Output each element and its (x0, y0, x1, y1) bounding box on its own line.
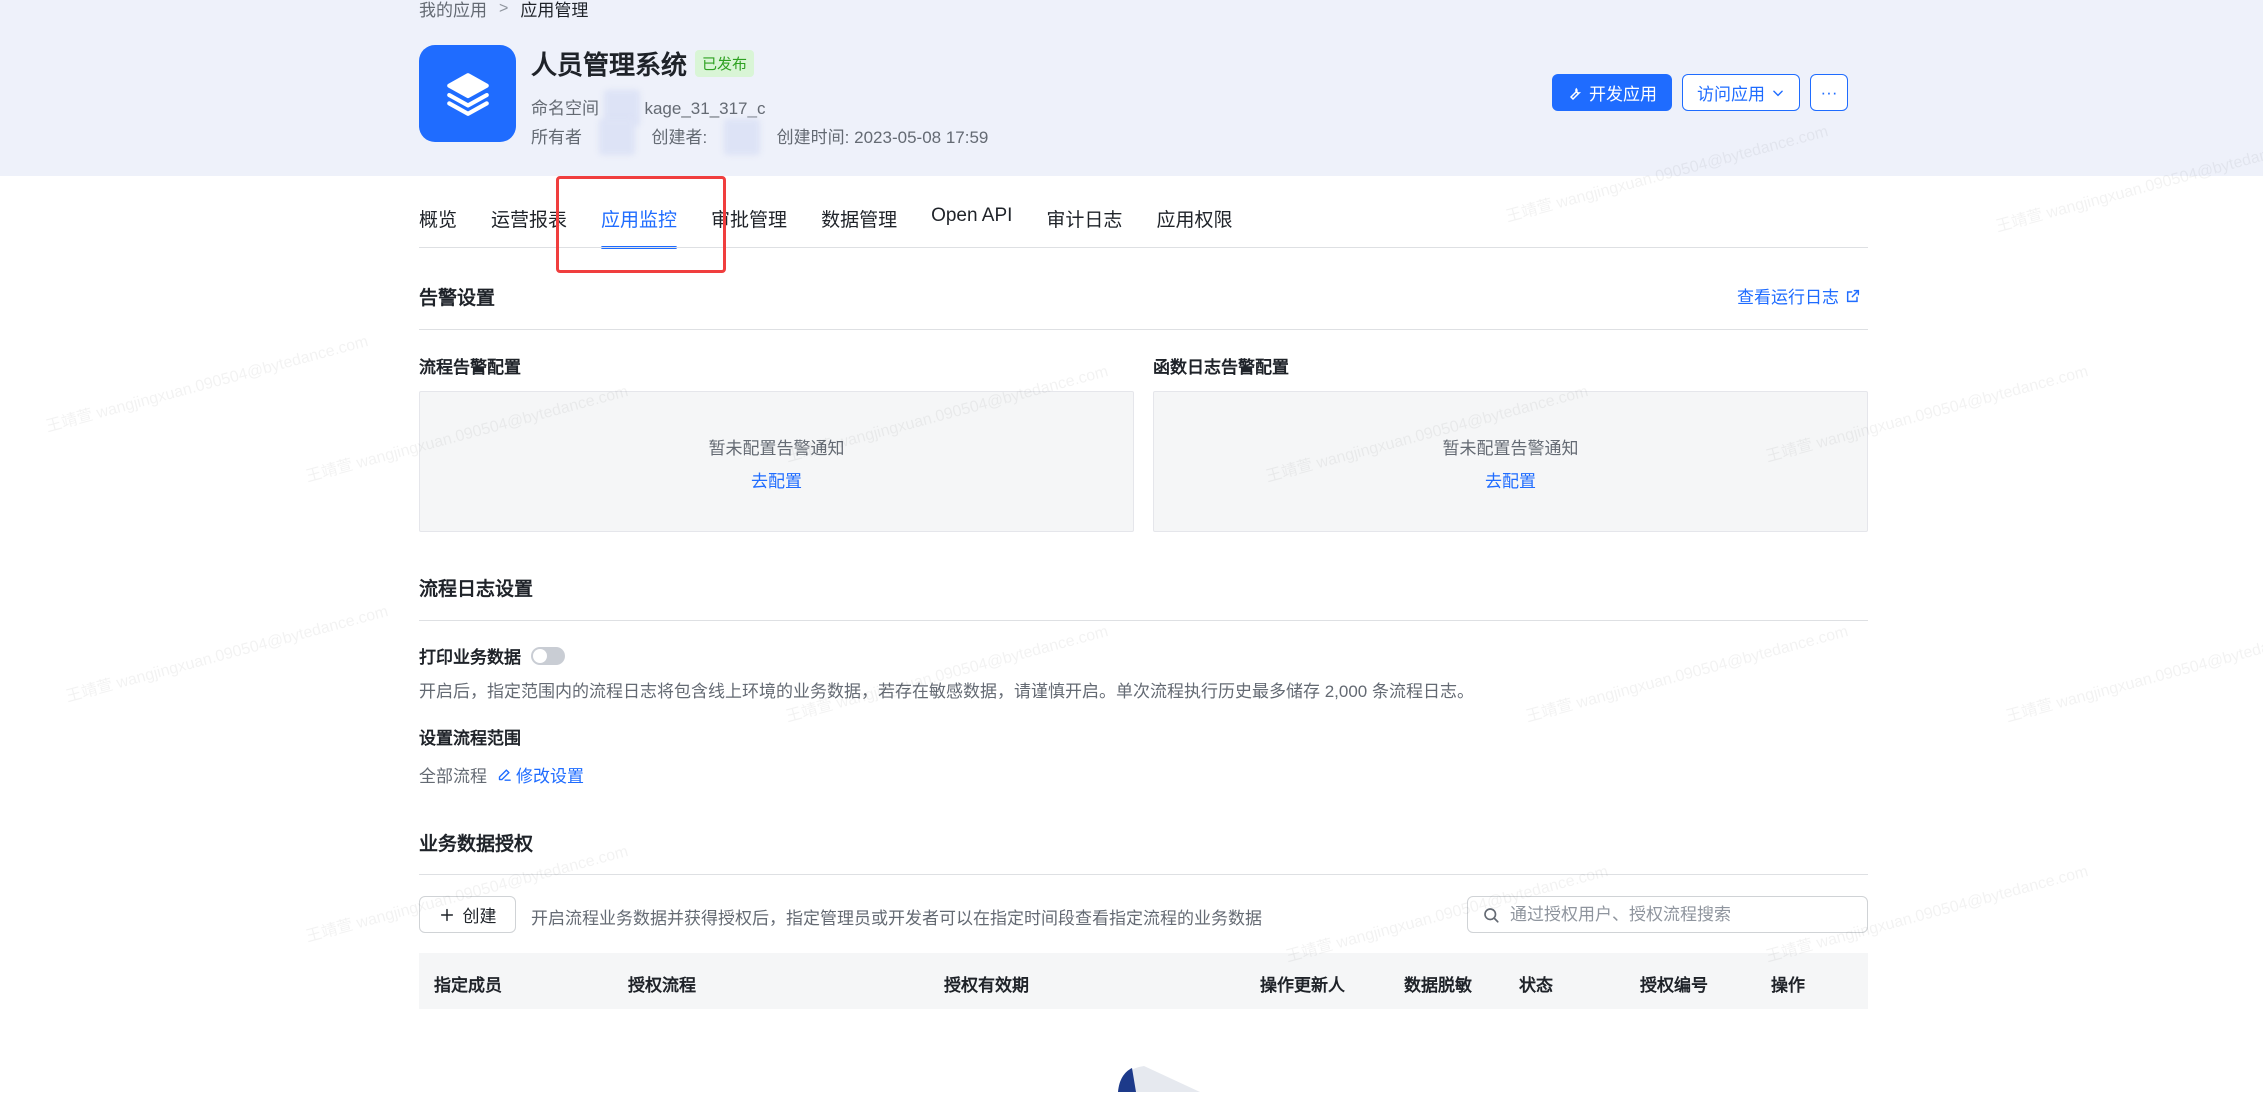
chevron-right-icon: > (499, 0, 509, 17)
auth-search-input[interactable] (1510, 904, 1850, 925)
view-run-log-link[interactable]: 查看运行日志 (1737, 283, 1861, 308)
creator-avatar-redacted (723, 119, 760, 155)
layers-icon (446, 72, 489, 116)
print-data-toggle[interactable] (531, 646, 565, 665)
column-header-member: 指定成员 (434, 976, 502, 995)
tab-permissions[interactable]: 应用权限 (1156, 205, 1232, 241)
auth-search-box[interactable] (1467, 896, 1868, 933)
function-alert-empty-box: 暂未配置告警通知 去配置 (1153, 391, 1868, 532)
header-background (0, 0, 2263, 176)
flow-range-value: 全部流程 (419, 767, 487, 786)
app-title: 人员管理系统 已发布 (531, 45, 755, 82)
namespace-label: 命名空间 (531, 99, 599, 118)
external-link-icon (1846, 289, 1860, 302)
edit-icon (498, 769, 511, 781)
edit-settings-label: 修改设置 (516, 767, 584, 786)
owner-row: 所有者 创建者: 创建时间: 2023-05-08 17:59 (531, 119, 988, 155)
app-icon (419, 45, 516, 142)
function-alert-title: 函数日志告警配置 (1153, 358, 1289, 377)
flow-alert-config-link[interactable]: 去配置 (420, 467, 1133, 492)
column-header-auth-id: 授权编号 (1640, 976, 1708, 995)
status-badge: 已发布 (695, 50, 755, 77)
column-header-validity: 授权有效期 (944, 976, 1029, 995)
tab-audit-log[interactable]: 审计日志 (1046, 205, 1122, 241)
visit-app-label: 访问应用 (1697, 85, 1765, 104)
print-data-label: 打印业务数据 (419, 648, 521, 667)
column-header-masking: 数据脱敏 (1404, 976, 1472, 995)
created-label: 创建时间: (776, 128, 850, 147)
flow-range-row: 全部流程 修改设置 (419, 762, 584, 787)
watermark: 王靖萱 wangjingxuan.090504@bytedance.com (64, 603, 391, 706)
create-auth-button[interactable]: 创建 (419, 896, 516, 933)
breadcrumb-current: 应用管理 (520, 1, 589, 20)
auth-divider (419, 874, 1868, 875)
breadcrumb-parent[interactable]: 我的应用 (419, 0, 487, 21)
owner-label: 所有者 (531, 128, 582, 147)
wrench-icon (1569, 87, 1582, 100)
breadcrumb: 我的应用 > 应用管理 (419, 0, 588, 21)
flow-range-title: 设置流程范围 (419, 729, 521, 748)
column-header-flow: 授权流程 (628, 976, 696, 995)
watermark: 王靖萱 wangjingxuan.090504@bytedance.com (44, 333, 371, 436)
namespace-value: kage_31_317_c (644, 99, 766, 118)
watermark: 王靖萱 wangjingxuan.090504@bytedance.com (1524, 623, 1851, 726)
owner-avatar-redacted (598, 119, 635, 155)
auth-table-header: 指定成员 授权流程 授权有效期 操作更新人 数据脱敏 状态 授权编号 操作 (419, 953, 1868, 1009)
tab-bar: 概览 运营报表 应用监控 审批管理 数据管理 Open API 审计日志 应用权… (419, 205, 1266, 249)
app-name: 人员管理系统 (531, 50, 688, 80)
function-alert-empty-text: 暂未配置告警通知 (1442, 439, 1579, 458)
tab-overview[interactable]: 概览 (419, 205, 457, 241)
create-auth-label: 创建 (462, 907, 497, 926)
creator-label: 创建者: (651, 128, 708, 147)
flow-alert-empty-text: 暂未配置告警通知 (708, 439, 845, 458)
flow-alert-empty-box: 暂未配置告警通知 去配置 (419, 391, 1134, 532)
print-data-row: 打印业务数据 (419, 643, 565, 668)
develop-app-label: 开发应用 (1589, 85, 1657, 104)
tab-open-api[interactable]: Open API (931, 205, 1012, 241)
highlight-annotation (556, 176, 726, 273)
more-icon: ··· (1820, 82, 1838, 102)
flow-log-description: 开启后，指定范围内的流程日志将包含线上环境的业务数据，若存在敏感数据，请谨慎开启… (419, 682, 1474, 701)
chevron-down-icon (1773, 90, 1783, 96)
created-value: 2023-05-08 17:59 (854, 128, 989, 147)
plus-icon (440, 908, 453, 921)
view-run-log-label: 查看运行日志 (1737, 288, 1839, 307)
auth-section-title: 业务数据授权 (419, 834, 534, 855)
column-header-status: 状态 (1519, 976, 1553, 995)
empty-state-illustration (1110, 1062, 1210, 1093)
visit-app-button[interactable]: 访问应用 (1682, 74, 1800, 111)
flow-log-divider (419, 620, 1868, 621)
function-alert-config-link[interactable]: 去配置 (1154, 467, 1867, 492)
column-header-updater: 操作更新人 (1260, 976, 1345, 995)
watermark: 王靖萱 wangjingxuan.090504@bytedance.com (2004, 623, 2263, 726)
alert-section-title: 告警设置 (419, 288, 496, 309)
more-button[interactable]: ··· (1810, 74, 1848, 111)
search-icon (1484, 907, 1499, 923)
flow-log-section-title: 流程日志设置 (419, 579, 534, 600)
flow-alert-title: 流程告警配置 (419, 358, 521, 377)
develop-app-button[interactable]: 开发应用 (1552, 74, 1672, 111)
column-header-actions: 操作 (1771, 976, 1805, 995)
watermark: 王靖萱 wangjingxuan.090504@bytedance.com (784, 623, 1111, 726)
auth-description: 开启流程业务数据并获得授权后，指定管理员或开发者可以在指定时间段查看指定流程的业… (531, 909, 1262, 928)
tab-data[interactable]: 数据管理 (821, 205, 897, 241)
alert-divider (419, 329, 1868, 330)
edit-settings-link[interactable]: 修改设置 (497, 762, 584, 787)
